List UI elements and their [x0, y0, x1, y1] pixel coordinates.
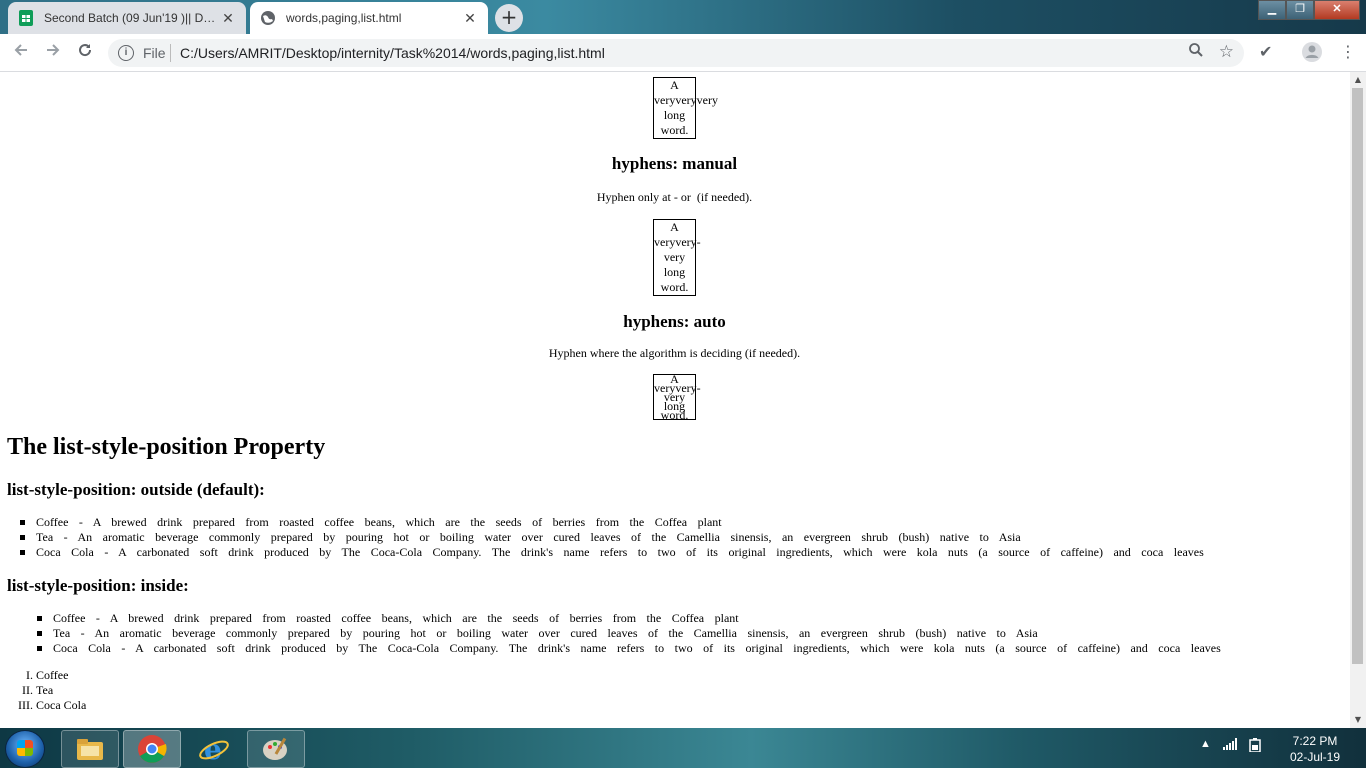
- word-line: very: [663, 250, 686, 264]
- list-item-text: Coffee - A brewed drink prepared from ro…: [53, 611, 739, 625]
- page-content: A veryveryvery long word. hyphens: manua…: [0, 72, 1349, 728]
- svg-text:e: e: [204, 734, 222, 764]
- list-item: Tea - An aromatic beverage commonly prep…: [37, 626, 1221, 641]
- list-number: II.: [22, 683, 33, 697]
- reload-icon: [79, 44, 92, 57]
- back-arrow-icon: [14, 44, 27, 56]
- info-icon[interactable]: i: [118, 45, 134, 61]
- tab-title: Second Batch (09 Jun'19 )|| Day t: [44, 11, 220, 25]
- list-item: Tea - An aromatic beverage commonly prep…: [20, 530, 1204, 545]
- globe-icon: [260, 10, 276, 26]
- ie-icon[interactable]: e: [185, 730, 243, 768]
- tab-words-paging-list[interactable]: words,paging,list.html ✕: [250, 2, 488, 34]
- windows-taskbar: e ▲ 7:22 PM 02-Jul-19: [0, 728, 1366, 768]
- list-item-text: Coffee: [36, 668, 69, 682]
- bullet-icon: [20, 535, 25, 540]
- forward-button[interactable]: [41, 41, 65, 65]
- address-bar[interactable]: i File C:/Users/AMRIT/Desktop/internity/…: [108, 39, 1244, 67]
- network-signal-icon[interactable]: [1222, 738, 1237, 755]
- word-line: word.: [660, 280, 689, 294]
- chrome-icon[interactable]: [123, 730, 181, 768]
- start-button[interactable]: [5, 730, 45, 768]
- forward-arrow-icon: [47, 44, 60, 56]
- word-line: word.: [660, 408, 689, 422]
- system-tray: ▲: [1200, 738, 1261, 755]
- list-item-text: Tea - An aromatic beverage commonly prep…: [53, 626, 1038, 640]
- heading-outside: list-style-position: outside (default):: [7, 480, 265, 499]
- clock[interactable]: 7:22 PM 02-Jul-19: [1280, 733, 1350, 765]
- bullet-icon: [20, 520, 25, 525]
- scheme-label: File: [143, 45, 166, 61]
- word-line: A: [670, 220, 679, 234]
- tab-title: words,paging,list.html: [286, 11, 402, 25]
- bullet-icon: [37, 631, 42, 636]
- battery-icon[interactable]: [1249, 738, 1261, 755]
- word-line: veryvery-: [654, 235, 701, 249]
- page-title: The list-style-position Property: [7, 434, 326, 460]
- bookmark-star-icon[interactable]: ☆: [1219, 42, 1234, 62]
- list-item-text: Coca Cola - A carbonated soft drink prod…: [53, 641, 1221, 655]
- scroll-up-icon[interactable]: ▲: [1350, 73, 1366, 87]
- minimize-button[interactable]: ▁: [1258, 0, 1286, 20]
- desc-hyphens-manual: Hyphen only at - or (if needed).: [596, 190, 753, 204]
- reload-button[interactable]: [73, 41, 97, 65]
- clock-date: 02-Jul-19: [1289, 750, 1341, 764]
- list-item-text: Tea: [36, 683, 54, 697]
- word-line: veryveryvery: [654, 93, 718, 107]
- browser-toolbar: i File C:/Users/AMRIT/Desktop/internity/…: [0, 34, 1366, 72]
- list-number: I.: [26, 668, 33, 682]
- show-hidden-icons-icon[interactable]: ▲: [1200, 738, 1211, 755]
- divider: [170, 44, 171, 62]
- bullet-icon: [37, 616, 42, 621]
- word-line: A: [670, 78, 679, 92]
- list-item: Coffee - A brewed drink prepared from ro…: [37, 611, 1221, 626]
- extension-check-icon[interactable]: ✔: [1259, 42, 1272, 61]
- tab-strip: Second Batch (09 Jun'19 )|| Day t ✕ word…: [0, 0, 1366, 34]
- heading-hyphens-auto: hyphens: auto: [623, 312, 726, 331]
- close-tab-icon[interactable]: ✕: [220, 10, 236, 27]
- scroll-down-icon[interactable]: ▼: [1350, 713, 1366, 727]
- heading-hyphens-manual: hyphens: manual: [611, 154, 738, 173]
- vertical-scrollbar[interactable]: ▲ ▼: [1350, 72, 1366, 728]
- window-controls: ▁ ❐ ✕: [1258, 0, 1360, 20]
- list-item: Coca Cola - A carbonated soft drink prod…: [37, 641, 1221, 656]
- list-number: III.: [18, 698, 33, 712]
- heading-inside: list-style-position: inside:: [7, 576, 189, 595]
- word-line: word.: [660, 123, 689, 137]
- sheets-icon: [18, 10, 34, 26]
- explorer-icon[interactable]: [61, 730, 119, 768]
- word-line: long: [663, 108, 686, 122]
- scrollbar-thumb[interactable]: [1352, 88, 1363, 664]
- menu-kebab-icon[interactable]: ⋮: [1340, 42, 1356, 61]
- list-outside: Coffee - A brewed drink prepared from ro…: [20, 515, 1204, 560]
- close-tab-icon[interactable]: ✕: [462, 10, 478, 27]
- list-item-text: Coffee - A brewed drink prepared from ro…: [36, 515, 722, 529]
- paint-icon[interactable]: [247, 730, 305, 768]
- list-item-text: Coca Cola - A carbonated soft drink prod…: [36, 545, 1204, 559]
- list-inside: Coffee - A brewed drink prepared from ro…: [37, 611, 1221, 656]
- list-item-text: Tea - An aromatic beverage commonly prep…: [36, 530, 1021, 544]
- zoom-icon[interactable]: [1188, 42, 1204, 63]
- clock-time: 7:22 PM: [1292, 734, 1338, 748]
- bullet-icon: [37, 646, 42, 651]
- close-window-button[interactable]: ✕: [1314, 0, 1360, 20]
- maximize-button[interactable]: ❐: [1286, 0, 1314, 20]
- list-item: Coffee - A brewed drink prepared from ro…: [20, 515, 1204, 530]
- new-tab-button[interactable]: +: [495, 4, 523, 32]
- word-box-auto: A veryvery- very long word.: [653, 373, 701, 422]
- word-line: long: [663, 265, 686, 279]
- word-box-manual: A veryvery- very long word.: [653, 219, 701, 296]
- bullet-icon: [20, 550, 25, 555]
- tab-second-batch[interactable]: Second Batch (09 Jun'19 )|| Day t ✕: [8, 2, 246, 34]
- profile-avatar-icon[interactable]: [1301, 41, 1323, 67]
- back-button[interactable]: [9, 41, 33, 65]
- url-text[interactable]: C:/Users/AMRIT/Desktop/internity/Task%20…: [180, 45, 605, 61]
- list-item: Coca Cola - A carbonated soft drink prod…: [20, 545, 1204, 560]
- list-item-text: Coca Cola: [36, 698, 87, 712]
- windows-logo-icon: [17, 740, 33, 756]
- word-box-none: A veryveryvery long word.: [653, 77, 718, 139]
- desc-hyphens-auto: Hyphen where the algorithm is deciding (…: [548, 346, 801, 360]
